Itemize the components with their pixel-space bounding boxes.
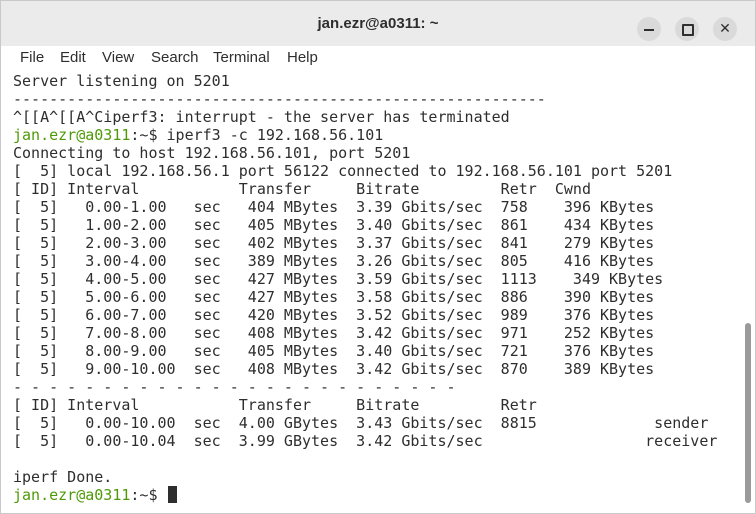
table-row: [ 5] 0.00-1.00 sec 404 MBytes 3.39 Gbits…: [13, 198, 655, 216]
summary-header: [ ID] Interval Transfer Bitrate Retr: [13, 396, 537, 414]
menu-edit[interactable]: Edit: [60, 49, 86, 66]
table-row: [ 5] 4.00-5.00 sec 427 MBytes 3.59 Gbits…: [13, 270, 664, 288]
table-row: [ 5] 1.00-2.00 sec 405 MBytes 3.40 Gbits…: [13, 216, 655, 234]
title-bar[interactable]: jan.ezr@a0311: ~ ✕: [1, 1, 755, 47]
summary-row-sender: [ 5] 0.00-10.00 sec 4.00 GBytes 3.43 Gbi…: [13, 414, 709, 432]
terminal-output[interactable]: Server listening on 5201 ---------------…: [1, 71, 741, 511]
prompt-path: :~$: [130, 126, 167, 144]
terminal-line: ----------------------------------------…: [13, 90, 546, 108]
menu-file[interactable]: File: [20, 49, 44, 66]
prompt-user-host: jan.ezr@a0311: [13, 126, 131, 144]
table-row: [ 5] 8.00-9.00 sec 405 MBytes 3.40 Gbits…: [13, 342, 655, 360]
summary-row-receiver: [ 5] 0.00-10.04 sec 3.99 GBytes 3.42 Gbi…: [13, 432, 718, 450]
maximize-icon: [682, 24, 694, 36]
terminal-line: ^[[A^[[A^Ciperf3: interrupt - the server…: [13, 108, 510, 126]
close-icon: ✕: [719, 21, 731, 37]
table-row: [ 5] 7.00-8.00 sec 408 MBytes 3.42 Gbits…: [13, 324, 655, 342]
maximize-button[interactable]: [675, 17, 699, 41]
table-row: [ 5] 6.00-7.00 sec 420 MBytes 3.52 Gbits…: [13, 306, 655, 324]
terminal-line: iperf Done.: [13, 468, 113, 486]
scrollbar[interactable]: [741, 71, 755, 513]
table-row: [ 5] 5.00-6.00 sec 427 MBytes 3.58 Gbits…: [13, 288, 655, 306]
minimize-icon: [644, 29, 654, 31]
terminal-window: jan.ezr@a0311: ~ ✕ File Edit View Search…: [0, 0, 756, 514]
table-row: [ 5] 3.00-4.00 sec 389 MBytes 3.26 Gbits…: [13, 252, 655, 270]
prompt-line: jan.ezr@a0311:~$: [13, 486, 177, 504]
prompt-line: jan.ezr@a0311:~$ iperf3 -c 192.168.56.10…: [13, 126, 383, 144]
scrollbar-thumb[interactable]: [745, 323, 751, 503]
menu-help[interactable]: Help: [287, 49, 318, 66]
prompt-user-host: jan.ezr@a0311: [13, 486, 131, 504]
terminal-line: [ 5] local 192.168.56.1 port 56122 conne…: [13, 162, 673, 180]
terminal-line: Connecting to host 192.168.56.101, port …: [13, 144, 411, 162]
prompt-path: :~$: [130, 486, 167, 504]
text-cursor: [167, 486, 177, 503]
table-row: [ 5] 2.00-3.00 sec 402 MBytes 3.37 Gbits…: [13, 234, 655, 252]
menu-view[interactable]: View: [102, 49, 134, 66]
table-row: [ 5] 9.00-10.00 sec 408 MBytes 3.42 Gbit…: [13, 360, 655, 378]
minimize-button[interactable]: [637, 17, 661, 41]
menu-bar: File Edit View Search Terminal Help: [1, 46, 755, 71]
terminal-line: Server listening on 5201: [13, 72, 230, 90]
table-header: [ ID] Interval Transfer Bitrate Retr Cwn…: [13, 180, 591, 198]
menu-terminal[interactable]: Terminal: [213, 49, 270, 66]
separator-line: - - - - - - - - - - - - - - - - - - - - …: [13, 378, 456, 396]
menu-search[interactable]: Search: [151, 49, 199, 66]
command-text: iperf3 -c 192.168.56.101: [166, 126, 384, 144]
close-button[interactable]: ✕: [713, 17, 737, 41]
